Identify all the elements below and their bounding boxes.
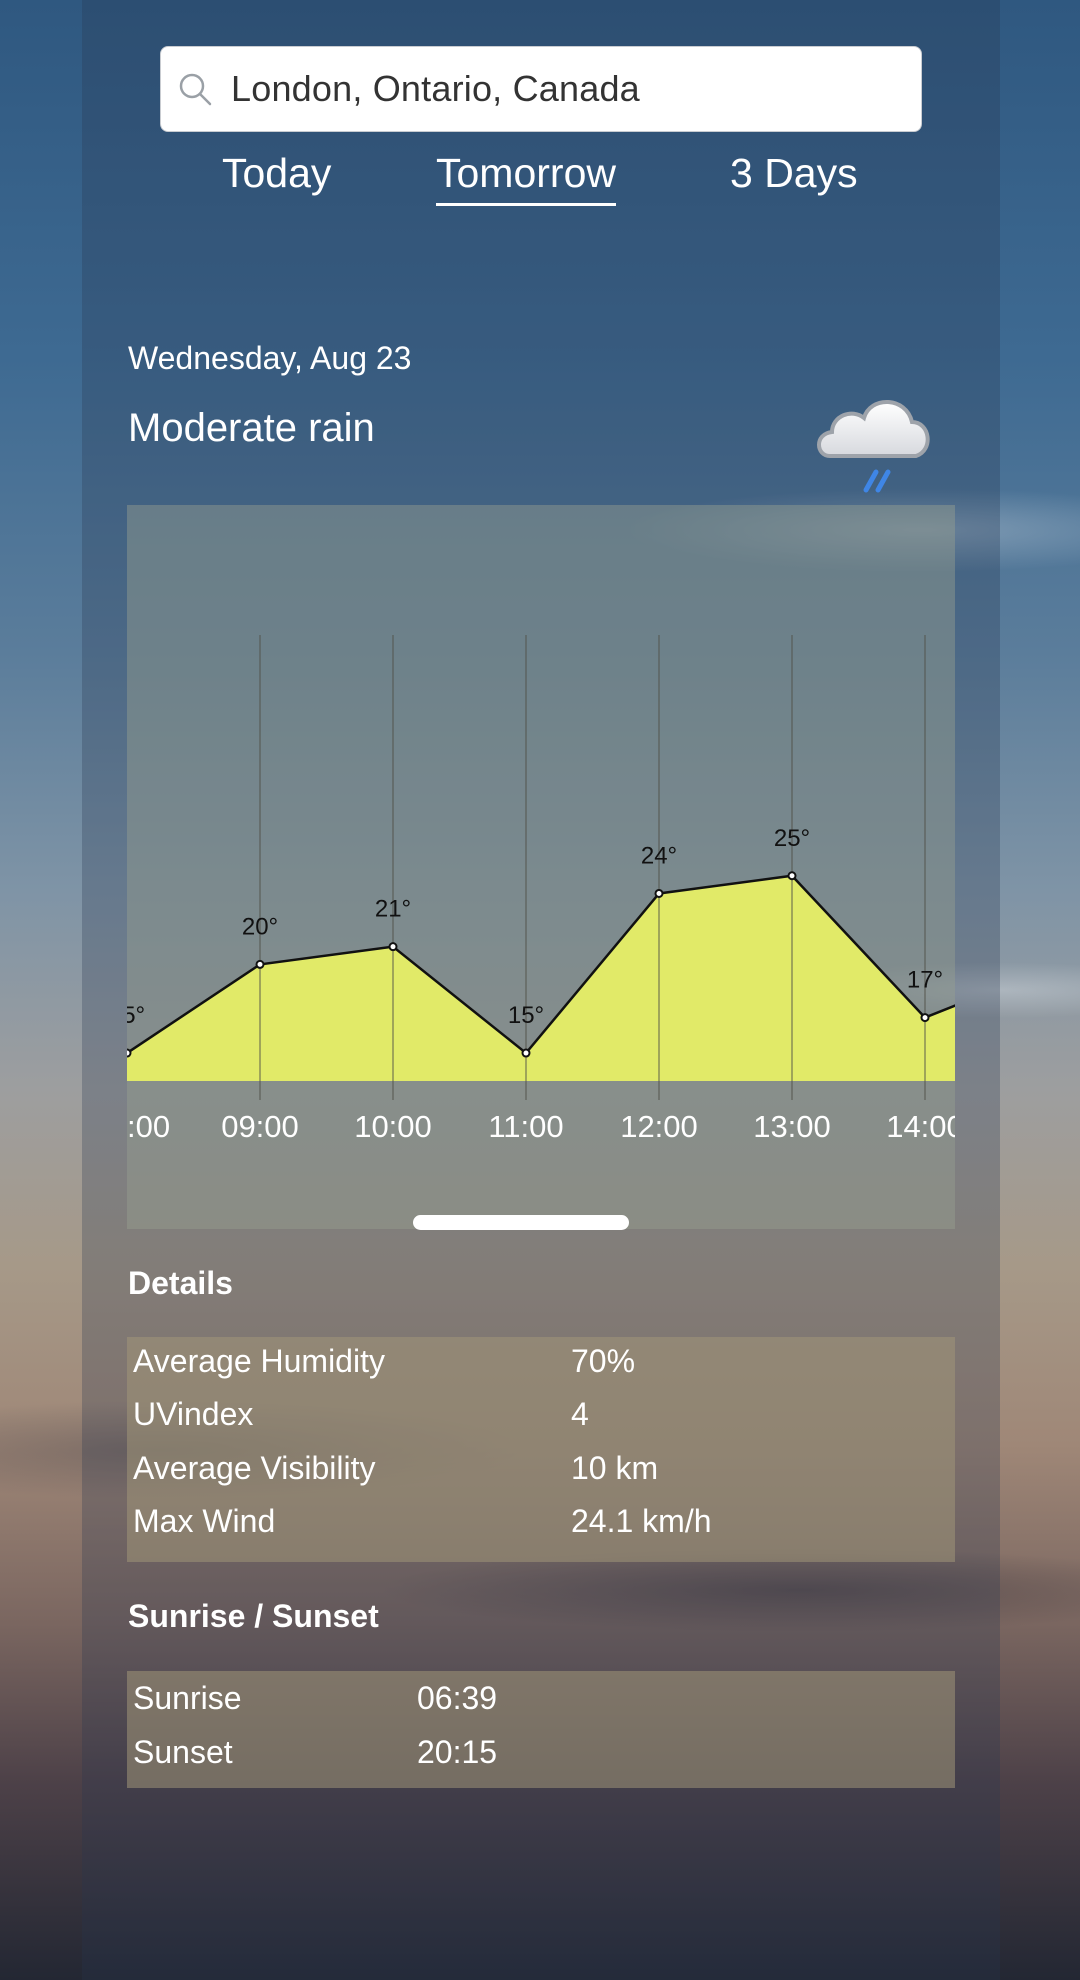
tab-3-days[interactable]: 3 Days [730,150,858,203]
temperature-chart-svg: 15° 20° 21° 15° 24° 25° 17° :00 09:00 10:00 11:00 1… [127,635,955,1144]
temperature-label: 20° [242,913,278,940]
location-search-bar[interactable]: London, Ontario, Canada [160,46,922,132]
detail-value: 10 km [571,1450,659,1486]
temperature-point [388,942,398,952]
time-tick-label: 12:00 [620,1109,698,1144]
sun-value: 20:15 [417,1734,498,1770]
sun-title: Sunrise / Sunset [128,1598,379,1634]
temperature-area [127,875,955,1081]
temperature-label: 15° [127,1002,145,1029]
time-tick-label: 11:00 [488,1109,563,1144]
sun-row-sunset: Sunset 20:15 [127,1728,955,1781]
sun-label: Sunset [133,1734,233,1770]
temperature-point [521,1048,531,1058]
time-tick-label: 13:00 [753,1109,831,1144]
sun-value: 06:39 [417,1680,498,1716]
temperature-label: 21° [375,896,411,923]
sun-row-sunrise: Sunrise 06:39 [127,1674,955,1727]
search-icon [177,71,213,107]
detail-value: 24.1 km/h [571,1503,712,1539]
detail-row-uvindex: UVindex 4 [127,1390,955,1443]
time-tick-label: 14:00 [886,1109,955,1144]
temperature-point [787,871,797,881]
temperature-label: 25° [774,825,810,852]
time-tick-label: 09:00 [221,1109,299,1144]
detail-value: 4 [571,1396,589,1432]
detail-value: 70% [571,1343,636,1379]
detail-label: UVindex [133,1396,254,1432]
temperature-chart[interactable]: 15° 20° 21° 15° 24° 25° 17° :00 09:00 10:00 11:00 1… [127,505,955,1229]
detail-row-max-wind: Max Wind 24.1 km/h [127,1497,955,1550]
temperature-point [920,1013,930,1023]
forecast-tabs: Today Tomorrow 3 Days [0,150,1080,220]
temperature-point [654,888,664,898]
search-input[interactable]: London, Ontario, Canada [231,68,640,110]
rain-cloud-icon [808,380,938,500]
time-tick-label: 10:00 [354,1109,432,1144]
temperature-point [127,1048,132,1058]
chart-scroll-handle[interactable] [413,1215,629,1230]
details-title: Details [128,1265,233,1301]
detail-label: Average Visibility [133,1450,376,1486]
tab-tomorrow[interactable]: Tomorrow [436,150,616,206]
temperature-label: 15° [508,1002,544,1029]
detail-label: Average Humidity [133,1343,385,1379]
tab-today[interactable]: Today [222,150,331,203]
detail-row-visibility: Average Visibility 10 km [127,1444,955,1497]
temperature-label: 17° [907,967,943,994]
detail-label: Max Wind [133,1503,276,1539]
temperature-point [255,959,265,969]
weather-condition: Moderate rain [128,406,375,450]
time-tick-label: :00 [127,1109,170,1144]
forecast-date: Wednesday, Aug 23 [128,340,412,376]
detail-row-humidity: Average Humidity 70% [127,1337,955,1390]
temperature-label: 24° [641,842,677,869]
sun-label: Sunrise [133,1680,242,1716]
details-table: Average Humidity 70% UVindex 4 Average V… [127,1337,955,1562]
sun-table: Sunrise 06:39 Sunset 20:15 [127,1671,955,1788]
